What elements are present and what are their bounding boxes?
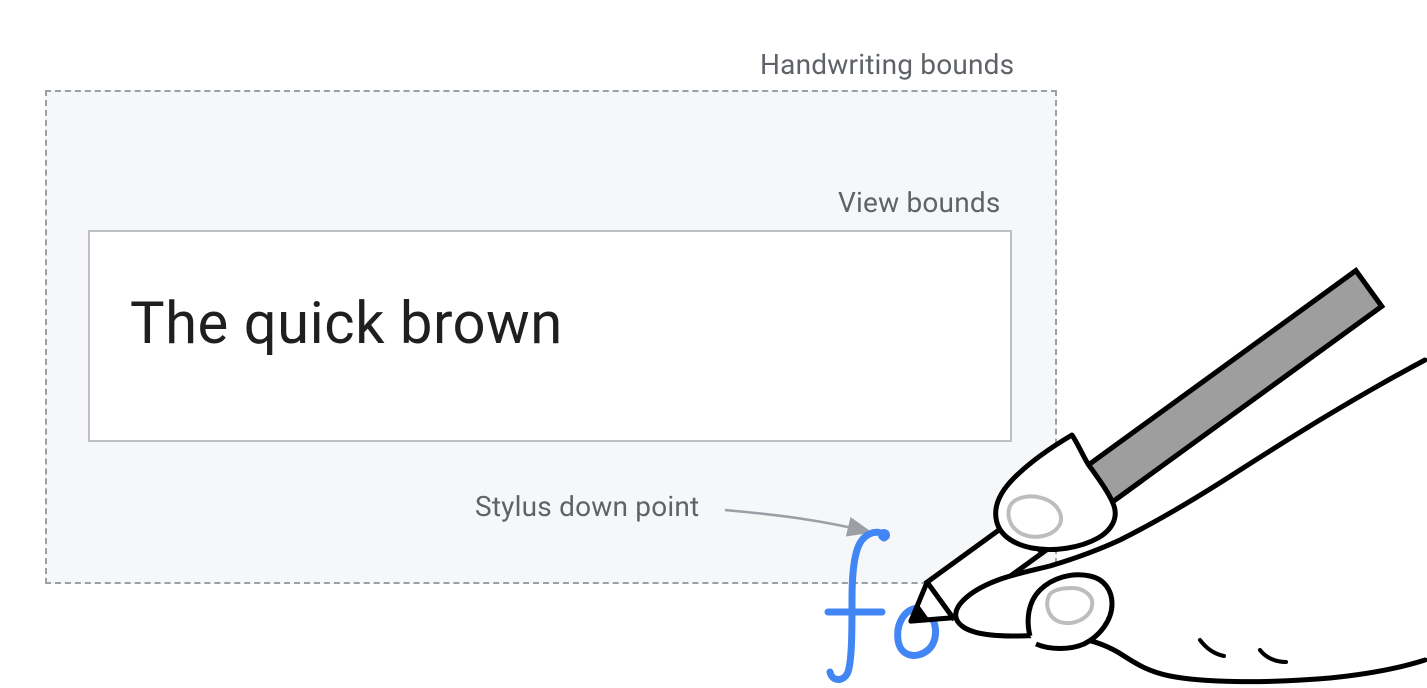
view-bounds-label: View bounds <box>838 186 1001 219</box>
handwriting-stroke-o <box>898 608 936 655</box>
text-field-value: The quick brown <box>130 290 563 358</box>
stylus-down-point-label: Stylus down point <box>475 490 699 523</box>
handwriting-bounds-label: Handwriting bounds <box>760 48 1014 81</box>
